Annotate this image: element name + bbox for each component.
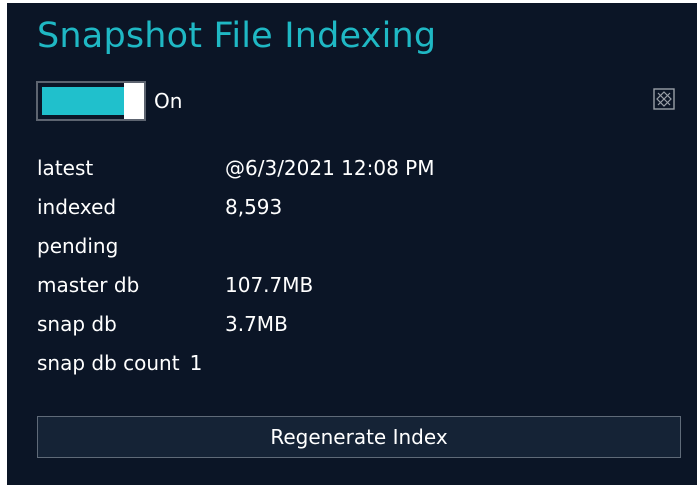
stats-list: latest @6/3/2021 12:08 PM indexed 8,593 … bbox=[37, 148, 677, 382]
stat-value: 1 bbox=[189, 350, 203, 375]
stat-label: indexed bbox=[37, 194, 117, 219]
regenerate-index-button[interactable]: Regenerate Index bbox=[37, 416, 681, 458]
close-box-icon-graphic bbox=[653, 88, 675, 110]
stat-value: 8,593 bbox=[225, 194, 283, 219]
toggle-state-label: On bbox=[154, 89, 183, 113]
close-box-icon[interactable] bbox=[653, 88, 675, 110]
panel-title: Snapshot File Indexing bbox=[37, 16, 437, 56]
stat-row-snap-db-count: snap db count 1 bbox=[37, 343, 677, 382]
toggle-thumb[interactable] bbox=[124, 83, 144, 119]
stat-label: latest bbox=[37, 155, 94, 180]
stat-value: 107.7MB bbox=[225, 272, 314, 297]
stat-value: @6/3/2021 12:08 PM bbox=[225, 155, 435, 180]
snapshot-indexing-panel: Snapshot File Indexing On latest @6/3/20… bbox=[7, 3, 697, 485]
stat-value: 3.7MB bbox=[225, 311, 288, 336]
stat-row-master-db: master db 107.7MB bbox=[37, 265, 677, 304]
stat-row-snap-db: snap db 3.7MB bbox=[37, 304, 677, 343]
stat-label: master db bbox=[37, 272, 140, 297]
stat-row-pending: pending bbox=[37, 226, 677, 265]
stat-label: pending bbox=[37, 233, 119, 258]
stat-label: snap db bbox=[37, 311, 117, 336]
stat-label: snap db count bbox=[37, 350, 180, 375]
stat-row-indexed: indexed 8,593 bbox=[37, 187, 677, 226]
toggle-track-fill bbox=[42, 87, 124, 115]
indexing-toggle-row: On bbox=[36, 79, 182, 123]
stat-row-latest: latest @6/3/2021 12:08 PM bbox=[37, 148, 677, 187]
indexing-toggle-switch[interactable] bbox=[36, 81, 146, 121]
